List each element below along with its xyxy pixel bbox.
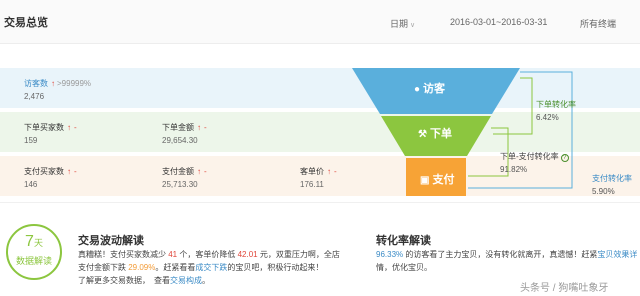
trade-analysis-text: 真糟糕！支付买家数减少 41 个，客单价降低 42.01 元，双重压力啊，全店 …: [78, 248, 340, 287]
page-title: 交易总览: [4, 17, 48, 29]
badge-days: 7: [25, 233, 34, 250]
pay-rate: 支付转化率 5.90%: [592, 173, 632, 196]
metric-change: -: [334, 167, 337, 176]
up-arrow-icon: ↑: [67, 167, 71, 176]
metric-value: 25,713.30: [162, 180, 198, 189]
metric-change: -: [204, 167, 207, 176]
metric-order-buyers: 下单买家数 ↑ - 159: [24, 122, 77, 145]
funnel-label-order: ⚒ 下单: [418, 128, 452, 140]
rate-value: 91.82%: [500, 165, 528, 174]
date-selector[interactable]: 日期 ∨: [390, 17, 415, 30]
metric-change: -: [74, 123, 77, 132]
rate-name: 下单转化率: [536, 100, 576, 109]
section-divider: [0, 202, 640, 203]
up-arrow-icon: ↑: [51, 79, 55, 88]
funnel-label-visit: ● 访客: [414, 83, 446, 95]
rate-name: 下单-支付转化率: [500, 152, 559, 161]
metric-change: >99999%: [57, 79, 92, 88]
metric-label: 访客数: [24, 79, 48, 88]
conversion-line-2: 情，优化宝贝。: [376, 263, 432, 272]
trade-line-1: 真糟糕！支付买家数减少 41 个，客单价降低 42.01 元，双重压力啊，全店: [78, 250, 340, 259]
badge-caption: 数据解读: [15, 256, 52, 266]
trade-analysis-title: 交易波动解读: [78, 235, 144, 247]
help-icon[interactable]: ?: [560, 154, 569, 162]
metric-label: 支付金额: [162, 167, 194, 176]
metric-visitors: 访客数 ↑ >99999% 2,476: [24, 78, 91, 101]
metric-value: 176.11: [300, 180, 324, 189]
metric-label: 支付买家数: [24, 167, 64, 176]
trade-composition-link[interactable]: 交易构成: [170, 276, 202, 285]
conversion-analysis-text: 96.33% 的访客看了主力宝贝，没有转化就离开，真遗憾！赶紧宝贝效果详 情，优…: [376, 248, 637, 274]
metric-paid-buyers: 支付买家数 ↑ - 146: [24, 166, 77, 189]
conversion-line-1: 96.33% 的访客看了主力宝贝，没有转化就离开，真遗憾！赶紧宝贝效果详: [376, 250, 638, 259]
metric-change: -: [204, 123, 207, 132]
metric-paid-amount: 支付金额 ↑ - 25,713.30: [162, 166, 207, 189]
order-pay-rate: 下单-支付转化率? 91.82%: [500, 151, 569, 174]
order-rate: 下单转化率 6.42%: [536, 99, 576, 122]
date-label: 日期: [390, 19, 409, 29]
funnel-label-pay: ▣ 支付: [420, 174, 455, 186]
up-arrow-icon: ↑: [327, 167, 331, 176]
rate-name: 支付转化率: [592, 174, 632, 183]
conversion-analysis-title: 转化率解读: [376, 235, 431, 247]
metric-value: 2,476: [24, 92, 45, 101]
up-arrow-icon: ↑: [197, 167, 201, 176]
trade-line-2: 支付金额下跌 29.09%。赶紧看看成交下跌的宝贝吧，积极行动起来！: [78, 263, 324, 272]
watermark: 头条号 / 狗嘴吐象牙: [520, 283, 609, 294]
trade-line-3: 了解更多交易数据， 查看交易构成。: [78, 276, 210, 285]
header-bar: 交易总览 日期 ∨ 2016-03-01~2016-03-31 所有终端: [0, 0, 640, 44]
metric-value: 146: [24, 180, 38, 189]
hammer-icon: ⚒: [418, 129, 427, 140]
metric-change: -: [74, 167, 77, 176]
user-icon: ●: [414, 84, 421, 95]
metric-value: 159: [24, 136, 38, 145]
terminal-selector[interactable]: 所有终端: [580, 17, 616, 30]
metric-label: 客单价: [300, 167, 324, 176]
up-arrow-icon: ↑: [67, 123, 71, 132]
wallet-icon: ▣: [420, 175, 430, 186]
rate-value: 6.42%: [536, 113, 559, 122]
badge-unit: 天: [33, 238, 43, 248]
metric-order-amount: 下单金额 ↑ - 29,654.30: [162, 122, 207, 145]
date-range[interactable]: 2016-03-01~2016-03-31: [450, 17, 547, 27]
item-effect-link[interactable]: 宝贝效果详: [597, 250, 637, 259]
seven-day-badge[interactable]: 7天 数据解读: [6, 224, 62, 280]
up-arrow-icon: ↑: [197, 123, 201, 132]
metric-label: 下单买家数: [24, 123, 64, 132]
metric-value: 29,654.30: [162, 136, 198, 145]
declined-sales-link[interactable]: 成交下跌: [195, 263, 227, 272]
rate-value: 5.90%: [592, 187, 615, 196]
chevron-down-icon: ∨: [410, 22, 416, 29]
metric-unit-price: 客单价 ↑ - 176.11: [300, 166, 337, 189]
metric-label: 下单金额: [162, 123, 194, 132]
